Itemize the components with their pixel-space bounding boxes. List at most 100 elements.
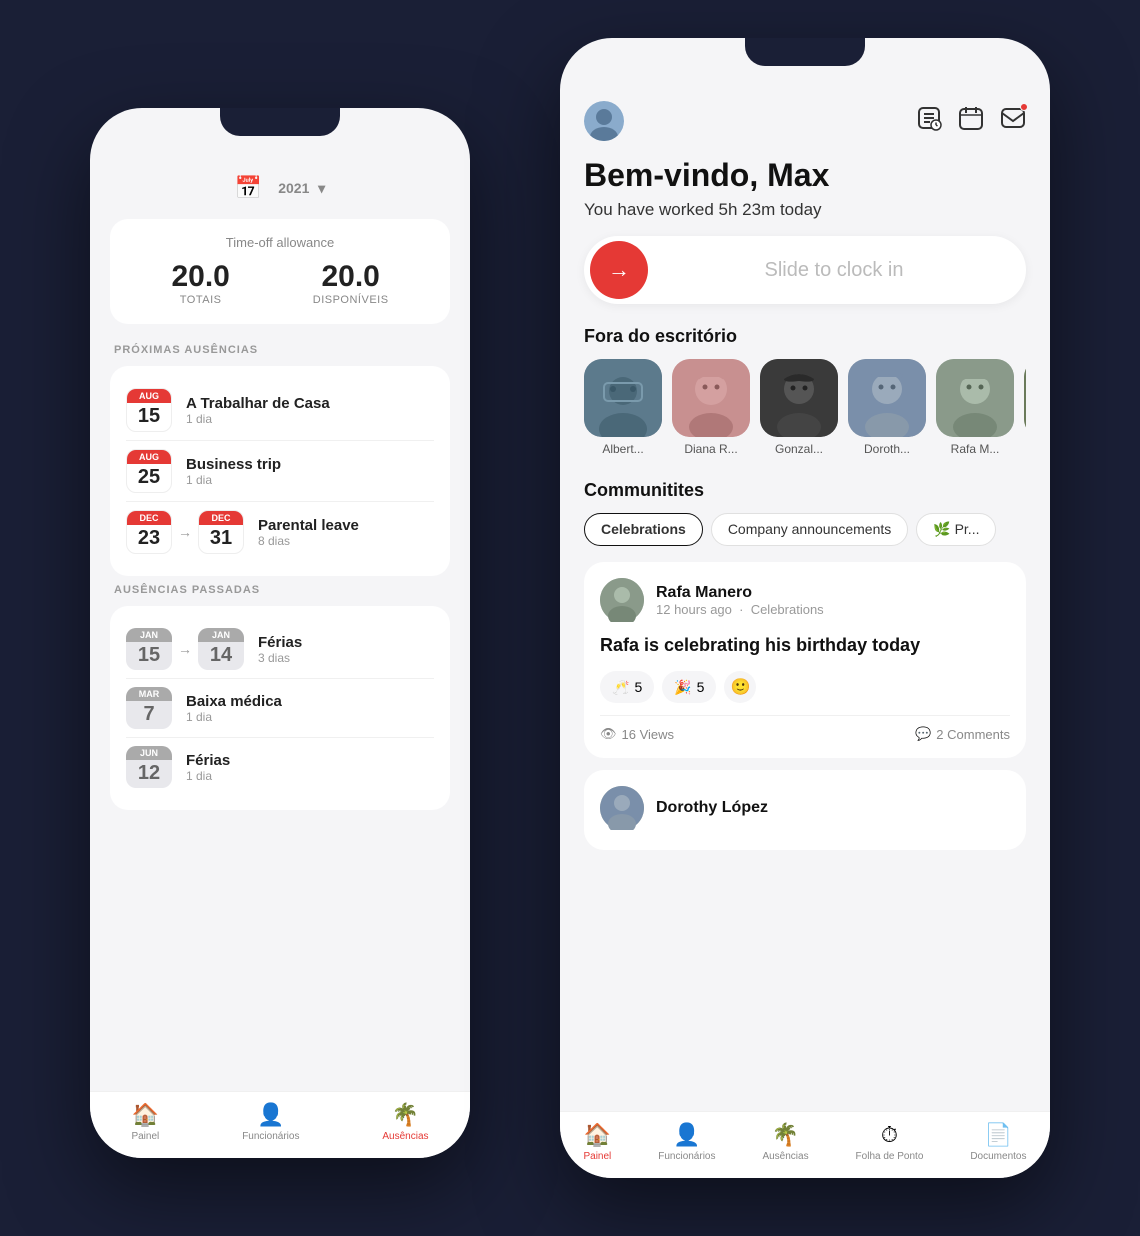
day-15: 15 <box>135 405 163 427</box>
nav-right-painel[interactable]: 🏠 Painel <box>583 1122 611 1162</box>
person-doroth[interactable]: Doroth... <box>848 359 926 456</box>
absence-duration: 1 dia <box>186 412 434 426</box>
nav-right-ausencias[interactable]: 🌴 Ausências <box>762 1122 808 1162</box>
month-jun: JUN <box>126 746 172 760</box>
month-jan2: JAN <box>198 628 244 642</box>
person-name-doroth: Doroth... <box>864 442 910 456</box>
reaction-toast[interactable]: 🥂 5 <box>600 671 654 703</box>
reaction-party[interactable]: 🎉 5 <box>662 671 716 703</box>
tab-celebrations[interactable]: Celebrations <box>584 513 703 546</box>
nav-right-funcionarios-label: Funcionários <box>658 1151 715 1162</box>
out-of-office-avatars: Albert... Diana R... <box>584 359 1026 456</box>
notification-icon-btn[interactable] <box>1000 105 1026 137</box>
absence-name: Baixa médica <box>186 693 434 710</box>
eye-icon: 👁 <box>600 726 617 742</box>
month-dec2: DEC <box>199 511 243 525</box>
views-stat: 👁 16 Views <box>600 726 674 742</box>
absence-duration: 3 dias <box>258 651 434 665</box>
out-of-office-heading: Fora do escritório <box>584 326 1026 347</box>
person-albert[interactable]: Albert... <box>584 359 662 456</box>
timesheet-icon-btn[interactable] <box>916 105 942 137</box>
person-cr[interactable]: Cr <box>1024 359 1026 456</box>
person-img-gonzal <box>760 359 838 437</box>
absence-info: Férias 1 dia <box>186 752 434 783</box>
day-7: 7 <box>134 703 164 725</box>
month-jan: JAN <box>126 628 172 642</box>
nav-ausencias[interactable]: 🌴 Ausências <box>382 1102 428 1142</box>
person-diana[interactable]: Diana R... <box>672 359 750 456</box>
home-icon: 🏠 <box>132 1102 159 1128</box>
add-reaction-icon: 🙂 <box>731 677 751 697</box>
nav-right-docs[interactable]: 📄 Documentos <box>970 1122 1026 1162</box>
person-img-albert <box>584 359 662 437</box>
nav-painel[interactable]: 🏠 Painel <box>131 1102 159 1142</box>
greeting: Bem-vindo, Max <box>584 157 1026 194</box>
absence-name: A Trabalhar de Casa <box>186 395 434 412</box>
header-icons <box>916 105 1026 137</box>
allowance-card: Time-off allowance 20.0 TOTAIS 20.0 DISP… <box>110 219 450 324</box>
comment-icon: 💬 <box>915 726 931 742</box>
day-15b: 15 <box>134 644 164 666</box>
absence-name: Férias <box>186 752 434 769</box>
date-badge-aug15: AUG 15 <box>126 388 172 432</box>
right-phone: Bem-vindo, Max You have worked 5h 23m to… <box>560 38 1050 1178</box>
right-bottom-nav: 🏠 Painel 👤 Funcionários 🌴 Ausências ⏱ Fo… <box>560 1111 1050 1178</box>
absence-item: JAN 15 → JAN 14 Férias 3 dias <box>126 620 434 679</box>
date-badge-jan14: JAN 14 <box>198 628 244 670</box>
date-badge-jun12: JUN 12 <box>126 746 172 788</box>
views-count: 16 Views <box>622 727 675 742</box>
nav-right-funcionarios[interactable]: 👤 Funcionários <box>658 1122 715 1162</box>
year-value: 2021 <box>278 180 309 196</box>
absence-info: Parental leave 8 dias <box>258 517 434 548</box>
slider-button[interactable]: → <box>590 241 648 299</box>
person-icon: 👤 <box>257 1102 284 1128</box>
doc-icon-right: 📄 <box>985 1122 1012 1148</box>
calendar-icon-btn[interactable] <box>958 105 984 137</box>
absence-info: Business trip 1 dia <box>186 456 434 487</box>
person-name-gonzal: Gonzal... <box>775 442 823 456</box>
nav-funcionarios[interactable]: 👤 Funcionários <box>242 1102 299 1142</box>
nav-right-painel-label: Painel <box>583 1151 611 1162</box>
month-mar: MAR <box>126 687 172 701</box>
post-card-rafa: Rafa Manero 12 hours ago · Celebrations … <box>584 562 1026 758</box>
year-selector[interactable]: 2021 ▾ <box>274 178 325 198</box>
party-count: 5 <box>697 679 705 695</box>
user-avatar[interactable] <box>584 101 624 141</box>
date-range: JAN 15 → JAN 14 <box>126 628 244 670</box>
absence-name: Férias <box>258 634 434 651</box>
nav-right-docs-label: Documentos <box>970 1151 1026 1162</box>
tab-company-announcements[interactable]: Company announcements <box>711 513 908 546</box>
calendar-icon: 📅 <box>235 175 262 201</box>
date-badge-dec31: DEC 31 <box>198 510 244 554</box>
date-badge-mar7: MAR 7 <box>126 687 172 729</box>
day-25: 25 <box>135 466 163 488</box>
person-rafa[interactable]: Rafa M... <box>936 359 1014 456</box>
nav-right-folha-label: Folha de Ponto <box>856 1151 924 1162</box>
total-label: TOTAIS <box>171 294 229 306</box>
toast-count: 5 <box>634 679 642 695</box>
upcoming-section-title: PRÓXIMAS AUSÊNCIAS <box>114 344 450 356</box>
person-img-doroth <box>848 359 926 437</box>
absence-duration: 8 dias <box>258 534 434 548</box>
day-12: 12 <box>134 762 164 784</box>
arrow-right-icon: → <box>608 257 630 283</box>
range-arrow-icon: → <box>178 524 192 540</box>
absence-item: AUG 25 Business trip 1 dia <box>126 441 434 502</box>
clock-slider[interactable]: → Slide to clock in <box>584 236 1026 304</box>
person-name-rafa: Rafa M... <box>951 442 1000 456</box>
month-dec: DEC <box>127 511 171 525</box>
upcoming-absences-card: AUG 15 A Trabalhar de Casa 1 dia AUG 25 <box>110 366 450 576</box>
chevron-down-icon: ▾ <box>318 180 325 196</box>
post-time: 12 hours ago · Celebrations <box>656 602 824 617</box>
nav-painel-label: Painel <box>131 1131 159 1142</box>
range-arrow-icon: → <box>178 641 192 657</box>
person-gonzal[interactable]: Gonzal... <box>760 359 838 456</box>
month-aug2: AUG <box>127 450 171 464</box>
person-name-albert: Albert... <box>602 442 643 456</box>
tab-other[interactable]: 🌿 Pr... <box>916 513 996 546</box>
nav-right-folha[interactable]: ⏱ Folha de Ponto <box>856 1122 924 1162</box>
worked-text: You have worked 5h 23m today <box>584 200 1026 220</box>
nav-funcionarios-label: Funcionários <box>242 1131 299 1142</box>
add-reaction-button[interactable]: 🙂 <box>724 671 756 703</box>
absence-name: Business trip <box>186 456 434 473</box>
